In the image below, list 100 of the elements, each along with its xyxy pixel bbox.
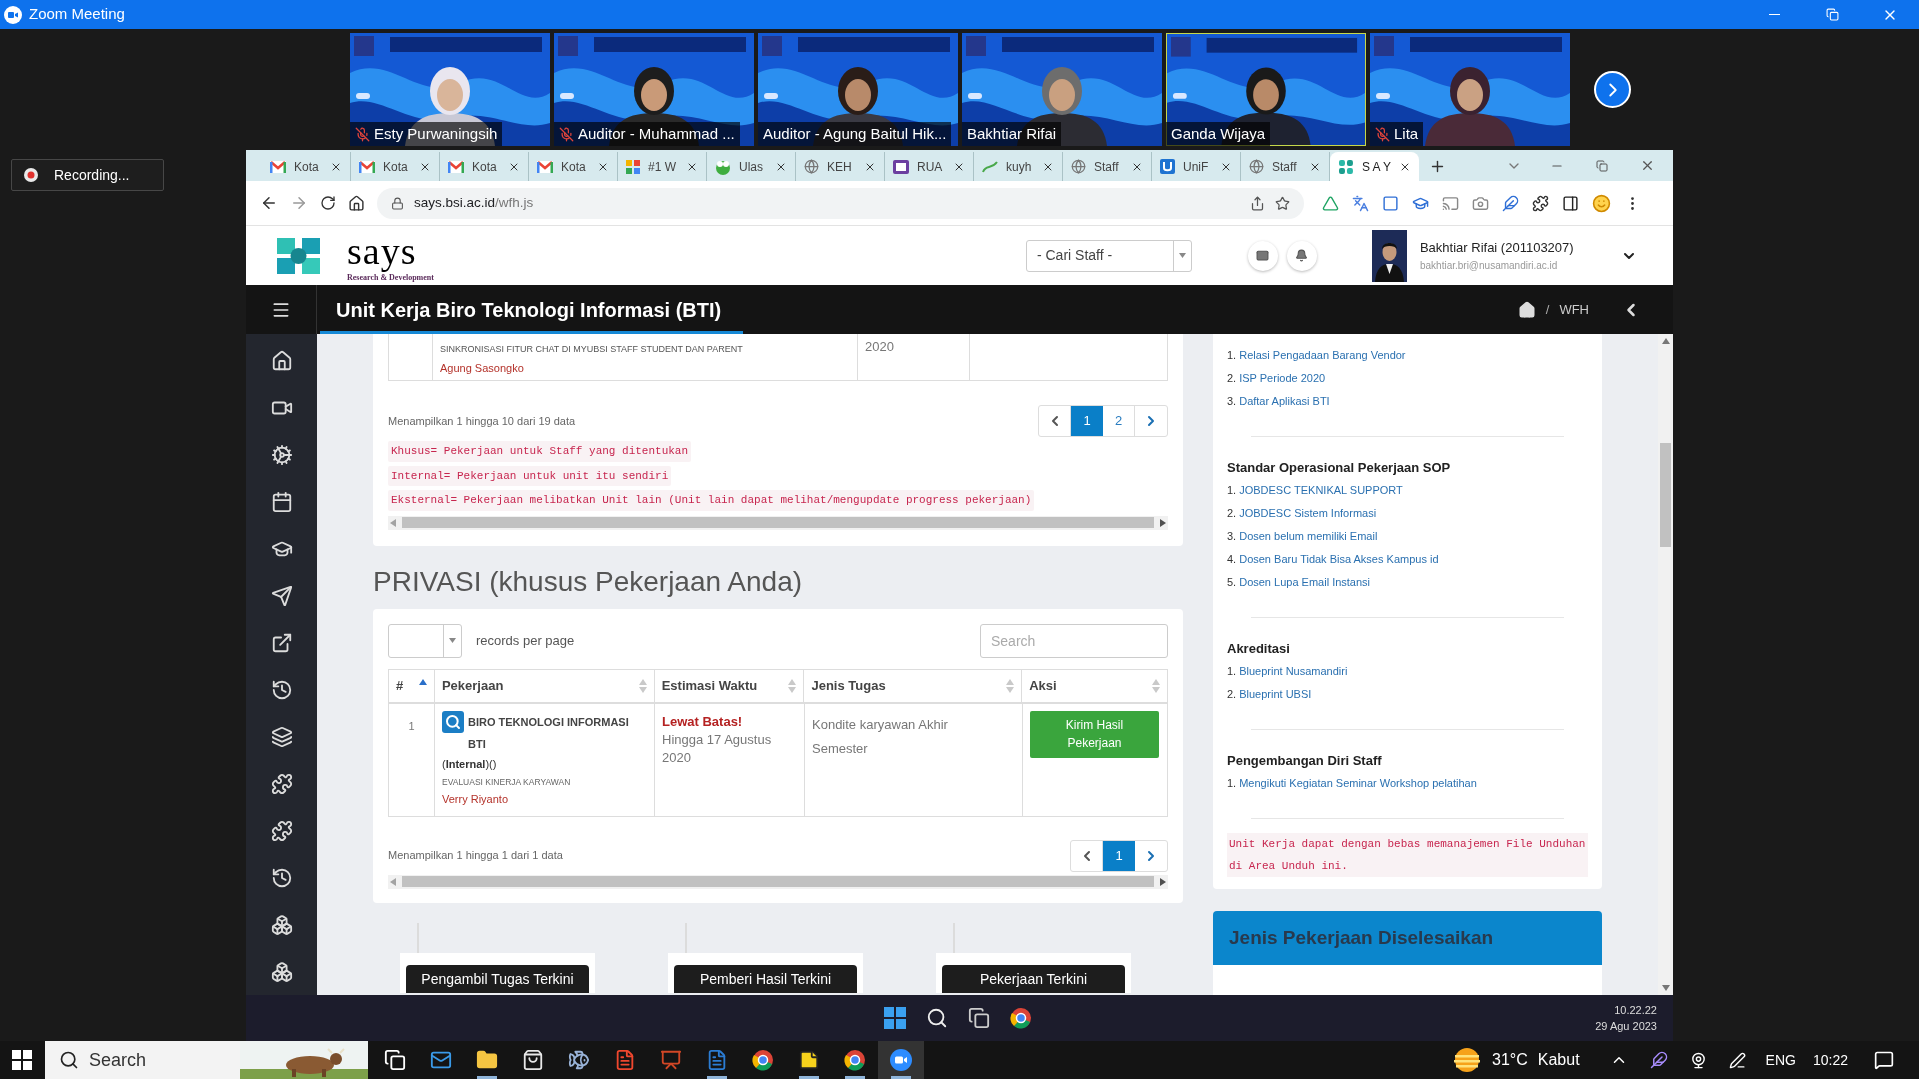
record-icon <box>24 168 38 182</box>
document-link[interactable]: Dosen Lupa Email Instansi <box>1239 571 1371 594</box>
calendar-icon[interactable] <box>270 491 293 513</box>
profile-icon[interactable] <box>1592 193 1611 213</box>
home-icon[interactable] <box>1517 300 1536 319</box>
layers-icon[interactable] <box>270 726 293 748</box>
document-link[interactable]: Blueprint UBSI <box>1239 683 1312 706</box>
document-link[interactable]: JOBDESC Sistem Informasi <box>1239 502 1377 525</box>
item-number: 2. <box>1227 371 1237 386</box>
scroll-up-icon[interactable] <box>1661 338 1670 344</box>
home-icon[interactable] <box>270 350 293 372</box>
square-icon[interactable] <box>1382 194 1399 212</box>
reload-icon[interactable] <box>320 195 336 211</box>
scroll-right-icon[interactable] <box>1160 877 1166 886</box>
participant-name: Lita <box>1394 123 1419 144</box>
item-number: 4. <box>1227 552 1237 567</box>
recent-card-title[interactable]: Pemberi Hasil Terkini <box>674 964 857 993</box>
taskbar-search-field[interactable]: Search <box>45 1041 368 1079</box>
browser-tab[interactable]: kuyh <box>974 152 1063 181</box>
browser-tab[interactable]: KEH <box>796 152 885 181</box>
page-button[interactable]: 2 <box>1103 406 1135 436</box>
mail-button[interactable] <box>1247 240 1278 271</box>
recent-card-title[interactable]: Pekerjaan Terkini <box>942 964 1125 993</box>
document-link[interactable]: Relasi Pengadaan Barang Vendor <box>1239 344 1406 367</box>
browser-tab[interactable]: RUA <box>885 152 974 181</box>
search-icon[interactable] <box>926 1007 948 1029</box>
taskbar-app[interactable] <box>878 1041 924 1079</box>
browser-tab[interactable]: Staff <box>1063 152 1152 181</box>
windows-start-icon[interactable] <box>12 1050 32 1070</box>
side-panel-icon[interactable] <box>1562 194 1579 212</box>
close-icon[interactable] <box>1640 158 1655 173</box>
pen-icon[interactable] <box>1728 1051 1746 1069</box>
horizontal-scrollbar[interactable] <box>388 515 1168 530</box>
vertical-scrollbar[interactable] <box>1658 334 1673 995</box>
history-icon[interactable] <box>270 679 293 701</box>
browser-icon <box>844 1049 866 1071</box>
boxes-icon[interactable] <box>270 961 293 983</box>
browser-tab[interactable]: Ulas <box>707 152 796 181</box>
browser-tab[interactable]: Kota <box>440 152 529 181</box>
staff-select[interactable]: - Cari Staff - <box>1025 239 1192 272</box>
horizontal-scrollbar[interactable] <box>388 874 1168 889</box>
share-icon[interactable] <box>1250 195 1265 211</box>
task-view-icon[interactable] <box>968 1007 990 1029</box>
document-link[interactable]: Mengikuti Kegiatan Seminar Workshop pelatihan <box>1239 772 1477 795</box>
browser-tab[interactable]: Kota <box>529 152 618 181</box>
boxes-icon[interactable] <box>270 914 293 936</box>
column-header[interactable]: # <box>389 669 435 702</box>
forward-icon[interactable] <box>290 194 308 212</box>
document-link[interactable]: Dosen belum memiliki Email <box>1239 525 1378 548</box>
page-button[interactable]: 1 <box>1071 406 1103 436</box>
taskbar-clock[interactable]: 10:22 <box>1812 1049 1848 1071</box>
breadcrumb-item[interactable]: WFH <box>1559 299 1589 320</box>
document-link[interactable]: Daftar Aplikasi BTI <box>1239 390 1330 413</box>
meet-now-icon[interactable] <box>1689 1051 1707 1069</box>
cast-icon[interactable] <box>1442 194 1459 212</box>
url-text: says.bsi.ac.id/wfh.js <box>414 193 534 212</box>
history-icon[interactable] <box>270 867 293 889</box>
puzzle-icon[interactable] <box>270 820 293 842</box>
column-header[interactable]: Jenis Tugas <box>804 669 1023 702</box>
globe-icon <box>804 159 819 174</box>
page-button[interactable]: 1 <box>1103 840 1135 871</box>
browser-tab[interactable]: UniF <box>1152 152 1241 181</box>
recent-card-title[interactable]: Pengambil Tugas Terkini <box>406 964 589 993</box>
puzzle-icon[interactable] <box>270 773 293 795</box>
language-indicator[interactable]: ENG <box>1765 1049 1796 1071</box>
document-link[interactable]: ISP Periode 2020 <box>1239 367 1326 390</box>
column-header[interactable]: Estimasi Waktu <box>654 669 805 702</box>
next-videos-button[interactable] <box>1594 71 1631 108</box>
feather-icon[interactable] <box>1649 1051 1668 1069</box>
document-link[interactable]: Blueprint Nusamandiri <box>1239 660 1348 683</box>
column-header[interactable]: Aksi <box>1022 669 1167 702</box>
browser-tab[interactable]: #1 W <box>618 152 707 181</box>
column-header[interactable]: Pekerjaan <box>434 669 655 702</box>
caret-icon <box>1178 253 1186 258</box>
search-field[interactable]: Search <box>980 623 1168 658</box>
extensions-icon[interactable] <box>1532 194 1549 212</box>
scrollbar-thumb[interactable] <box>1660 443 1671 547</box>
paper-plane-icon[interactable] <box>270 585 293 607</box>
document-link[interactable]: Dosen Baru Tidak Bisa Akses Kampus id <box>1239 548 1439 571</box>
back-icon[interactable] <box>260 194 278 212</box>
scroll-down-icon[interactable] <box>1661 985 1670 991</box>
scroll-right-icon[interactable] <box>1160 518 1166 527</box>
browser-tab[interactable]: Kota <box>262 152 351 181</box>
home-icon[interactable] <box>348 194 365 212</box>
bookmark-star-icon[interactable] <box>1275 195 1290 211</box>
feather-icon[interactable] <box>1502 194 1519 212</box>
browser-tab[interactable]: S A Y <box>1330 152 1419 181</box>
document-link[interactable]: JOBDESC TEKNIKAL SUPPORT <box>1239 479 1403 502</box>
notifications-icon[interactable] <box>1874 1050 1894 1070</box>
triangle-icon[interactable] <box>1322 194 1339 212</box>
gear-icon[interactable] <box>270 444 293 466</box>
translate-icon[interactable] <box>1352 194 1369 212</box>
external-link-icon[interactable] <box>270 632 293 654</box>
browser-tab[interactable]: Kota <box>351 152 440 181</box>
address-bar[interactable]: says.bsi.ac.id/wfh.js <box>377 187 1304 219</box>
camera-icon[interactable] <box>1472 194 1489 212</box>
mail-icon <box>270 160 286 173</box>
notification-button[interactable] <box>1286 240 1317 271</box>
windows-start-icon[interactable] <box>884 1007 906 1029</box>
restore-icon[interactable] <box>1596 159 1608 172</box>
